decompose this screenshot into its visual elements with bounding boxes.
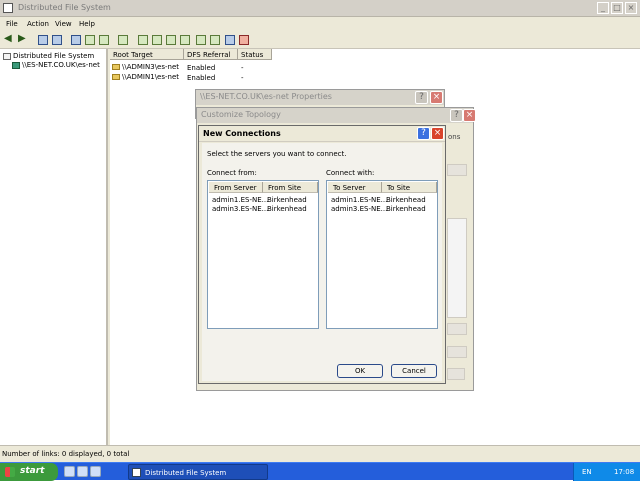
ghost-button xyxy=(447,323,467,335)
menu-help[interactable]: Help xyxy=(79,20,95,28)
explorer-icon[interactable] xyxy=(77,466,88,477)
window-title: Distributed File System xyxy=(18,3,111,12)
status-text: Number of links: 0 displayed, 0 total xyxy=(2,450,130,458)
ghost-button xyxy=(447,368,465,380)
dfs-folder-icon xyxy=(3,52,11,60)
close-button[interactable]: × xyxy=(625,2,637,14)
menu-view[interactable]: View xyxy=(55,20,72,28)
from-site-header[interactable]: From Site xyxy=(263,182,318,193)
start-button[interactable]: start xyxy=(0,463,58,481)
to-site-header[interactable]: To Site xyxy=(382,182,437,193)
back-arrow-icon[interactable]: ◀ xyxy=(4,34,14,44)
from-server-header[interactable]: From Server xyxy=(209,182,263,193)
properties-partial-label: ons xyxy=(448,133,461,141)
from-server-cell[interactable]: admin3.ES-NE... xyxy=(212,205,268,213)
delete-icon[interactable] xyxy=(239,35,249,45)
clock[interactable]: 17:08 xyxy=(614,468,634,476)
tree-root[interactable]: Distributed File System xyxy=(3,52,94,60)
help-button[interactable]: ? xyxy=(417,127,430,140)
new-connections-title: New Connections xyxy=(199,126,445,142)
properties-help-button[interactable]: ? xyxy=(415,91,428,104)
share-folder-icon xyxy=(112,74,120,80)
minimize-button[interactable]: _ xyxy=(597,2,609,14)
share-folder-icon xyxy=(112,64,120,70)
dialog-body: Select the servers you want to connect. … xyxy=(202,143,442,381)
check-status-icon[interactable] xyxy=(196,35,206,45)
status-bar: Number of links: 0 displayed, 0 total xyxy=(0,445,640,462)
connect-from-list[interactable]: From Server From Site admin1.ES-NE... Bi… xyxy=(207,180,319,329)
ghost-button xyxy=(447,346,467,358)
new-target-icon[interactable] xyxy=(180,35,190,45)
ghost-list xyxy=(447,218,467,318)
taskbar: start Distributed File System EN 17:08 xyxy=(0,462,640,481)
toolbar: ◀ ▶ xyxy=(0,31,640,49)
tree-root-label: Distributed File System xyxy=(13,52,95,60)
from-site-cell: Birkenhead xyxy=(267,196,307,204)
instruction-text: Select the servers you want to connect. xyxy=(207,150,347,158)
properties-icon[interactable] xyxy=(99,35,109,45)
menu-file[interactable]: File xyxy=(6,20,18,28)
menu-bar: File Action View Help xyxy=(0,18,640,31)
refresh-icon[interactable] xyxy=(85,35,95,45)
topology-dialog-title: Customize Topology xyxy=(197,108,473,123)
app-icon xyxy=(3,3,13,13)
to-site-cell: Birkenhead xyxy=(386,196,426,204)
tree-pane: Distributed File System \\ES-NET.CO.UK\e… xyxy=(0,49,108,445)
language-indicator[interactable]: EN xyxy=(582,468,592,476)
system-tray: EN 17:08 xyxy=(573,463,640,481)
list-row-target[interactable]: \\ADMIN3\es-net xyxy=(112,63,179,71)
new-connections-dialog: New Connections ? × Select the servers y… xyxy=(198,125,446,384)
list-row-status: - xyxy=(241,64,244,72)
properties-dialog-title: \\ES-NET.CO.UK\es-net Properties xyxy=(196,90,444,105)
properties-close-button[interactable]: × xyxy=(430,91,443,104)
from-site-cell: Birkenhead xyxy=(267,205,307,213)
export-list-icon[interactable] xyxy=(71,35,81,45)
close-button[interactable]: × xyxy=(431,127,444,140)
dfs-app-icon xyxy=(132,468,141,477)
dfs-root-icon xyxy=(12,61,20,69)
new-root-icon[interactable] xyxy=(138,35,148,45)
tree-child[interactable]: \\ES-NET.CO.UK\es-net xyxy=(12,61,100,69)
show-tree-icon[interactable] xyxy=(52,35,62,45)
from-server-cell[interactable]: admin1.ES-NE... xyxy=(212,196,268,204)
to-site-cell: Birkenhead xyxy=(386,205,426,213)
topology-help-button[interactable]: ? xyxy=(450,109,463,122)
list-row-status: - xyxy=(241,74,244,82)
to-server-cell[interactable]: admin1.ES-NE... xyxy=(331,196,387,204)
cancel-button[interactable]: Cancel xyxy=(391,364,437,378)
maximize-button[interactable]: □ xyxy=(611,2,623,14)
to-server-cell[interactable]: admin3.ES-NE... xyxy=(331,205,387,213)
open-icon[interactable] xyxy=(166,35,176,45)
show-desktop-icon[interactable] xyxy=(64,466,75,477)
replication-icon[interactable] xyxy=(210,35,220,45)
ok-button[interactable]: OK xyxy=(337,364,383,378)
ghost-field xyxy=(447,164,467,176)
title-bar[interactable]: Distributed File System _ □ × xyxy=(0,0,640,17)
taskbar-item-dfs[interactable]: Distributed File System xyxy=(128,464,268,480)
list-row-target[interactable]: \\ADMIN1\es-net xyxy=(112,73,179,81)
menu-action[interactable]: Action xyxy=(27,20,49,28)
tree-child-label: \\ES-NET.CO.UK\es-net xyxy=(22,61,100,69)
connect-with-list[interactable]: To Server To Site admin1.ES-NE... Birken… xyxy=(326,180,438,329)
internet-explorer-icon[interactable] xyxy=(90,466,101,477)
col-status[interactable]: Status xyxy=(238,49,272,60)
taskbar-item-label: Distributed File System xyxy=(145,469,227,477)
connect-with-label: Connect with: xyxy=(326,169,375,177)
topology-close-button[interactable]: × xyxy=(463,109,476,122)
help-icon[interactable] xyxy=(118,35,128,45)
connect-from-label: Connect from: xyxy=(207,169,257,177)
up-level-icon[interactable] xyxy=(38,35,48,45)
windows-logo-icon xyxy=(5,467,15,477)
list-row-referral: Enabled xyxy=(187,74,216,82)
new-link-icon[interactable] xyxy=(152,35,162,45)
col-dfs-referral[interactable]: DFS Referral xyxy=(184,49,238,60)
to-server-header[interactable]: To Server xyxy=(328,182,382,193)
filter-icon[interactable] xyxy=(225,35,235,45)
col-root-target[interactable]: Root Target xyxy=(110,49,184,60)
forward-arrow-icon[interactable]: ▶ xyxy=(18,34,28,44)
start-label: start xyxy=(20,466,45,476)
list-row-referral: Enabled xyxy=(187,64,216,72)
